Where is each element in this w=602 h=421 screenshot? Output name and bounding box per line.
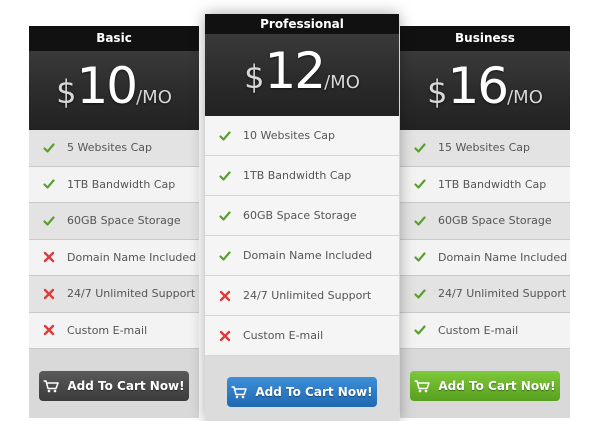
feature-list: 10 Websites Cap 1TB Bandwidth Cap 60GB S…: [205, 116, 399, 356]
add-to-cart-button-professional[interactable]: Add To Cart Now!: [227, 377, 377, 407]
feature-item: Domain Name Included: [205, 236, 399, 276]
price-period: /MO: [507, 87, 543, 108]
plan-name: Professional: [205, 14, 399, 34]
price: $12/MO: [205, 42, 399, 100]
feature-list: 15 Websites Cap 1TB Bandwidth Cap 60GB S…: [400, 130, 570, 349]
feature-label: 60GB Space Storage: [438, 214, 552, 228]
check-icon: [414, 216, 426, 226]
feature-label: 24/7 Unlimited Support: [438, 287, 567, 301]
feature-item: 60GB Space Storage: [205, 196, 399, 236]
feature-label: 60GB Space Storage: [67, 214, 181, 228]
cart-icon: [231, 385, 248, 398]
feature-item: 10 Websites Cap: [205, 116, 399, 156]
add-to-cart-label: Add To Cart Now!: [255, 385, 373, 399]
add-to-cart-button-business[interactable]: Add To Cart Now!: [410, 371, 560, 401]
feature-item: 1TB Bandwidth Cap: [29, 166, 199, 203]
price-currency: $: [244, 58, 265, 96]
feature-item: 24/7 Unlimited Support: [400, 276, 570, 313]
feature-item: Domain Name Included: [400, 239, 570, 276]
feature-label: Domain Name Included: [243, 249, 373, 262]
price-amount: 10: [76, 57, 138, 115]
check-icon: [43, 179, 55, 189]
feature-label: 10 Websites Cap: [243, 129, 335, 142]
feature-label: 5 Websites Cap: [67, 141, 152, 155]
feature-label: 1TB Bandwidth Cap: [67, 177, 176, 191]
feature-item: 15 Websites Cap: [400, 130, 570, 167]
cross-icon: [43, 288, 55, 299]
plan-professional: Professional $12/MO 10 Websites Cap 1TB …: [205, 14, 399, 421]
check-icon: [219, 210, 231, 221]
feature-label: Custom E-mail: [67, 323, 148, 337]
feature-item: Custom E-mail: [29, 312, 199, 349]
feature-label: 24/7 Unlimited Support: [243, 289, 372, 302]
check-icon: [219, 170, 231, 181]
price: $10/MO: [29, 57, 199, 115]
feature-item: 60GB Space Storage: [29, 203, 199, 240]
check-icon: [43, 143, 55, 153]
feature-item: Custom E-mail: [400, 312, 570, 349]
feature-list: 5 Websites Cap 1TB Bandwidth Cap 60GB Sp…: [29, 130, 199, 349]
add-to-cart-label: Add To Cart Now!: [438, 379, 556, 393]
price-box: $10/MO: [29, 51, 199, 130]
check-icon: [43, 216, 55, 226]
feature-label: 1TB Bandwidth Cap: [438, 177, 547, 191]
feature-label: 1TB Bandwidth Cap: [243, 169, 352, 182]
price-currency: $: [56, 73, 77, 111]
feature-item: Domain Name Included: [29, 239, 199, 276]
plan-name: Business: [400, 26, 570, 51]
price-currency: $: [427, 73, 448, 111]
feature-item: 5 Websites Cap: [29, 130, 199, 167]
price: $16/MO: [400, 57, 570, 115]
feature-item: 1TB Bandwidth Cap: [400, 166, 570, 203]
feature-item: 24/7 Unlimited Support: [29, 276, 199, 313]
cart-icon: [414, 379, 431, 392]
check-icon: [414, 252, 426, 262]
cart-area: Add To Cart Now!: [400, 349, 570, 421]
plan-name: Basic: [29, 26, 199, 51]
cross-icon: [219, 290, 231, 301]
feature-label: Custom E-mail: [243, 329, 324, 342]
feature-item: 1TB Bandwidth Cap: [205, 156, 399, 196]
price-amount: 16: [447, 57, 509, 115]
price-period: /MO: [324, 72, 360, 93]
feature-label: Domain Name Included: [438, 250, 568, 264]
feature-label: Custom E-mail: [438, 323, 519, 337]
add-to-cart-label: Add To Cart Now!: [67, 379, 185, 393]
feature-label: 60GB Space Storage: [243, 209, 357, 222]
cross-icon: [43, 252, 55, 263]
cart-area: Add To Cart Now!: [205, 356, 399, 421]
feature-item: 24/7 Unlimited Support: [205, 276, 399, 316]
cross-icon: [43, 325, 55, 336]
feature-label: 15 Websites Cap: [438, 141, 530, 155]
cart-area: Add To Cart Now!: [29, 349, 199, 421]
feature-item: Custom E-mail: [205, 316, 399, 356]
feature-item: 60GB Space Storage: [400, 203, 570, 240]
price-box: $16/MO: [400, 51, 570, 130]
check-icon: [219, 250, 231, 261]
check-icon: [414, 143, 426, 153]
plan-business: Business $16/MO 15 Websites Cap 1TB Band…: [400, 26, 570, 418]
price-period: /MO: [136, 87, 172, 108]
check-icon: [414, 325, 426, 335]
price-box: $12/MO: [205, 34, 399, 116]
add-to-cart-button-basic[interactable]: Add To Cart Now!: [39, 371, 189, 401]
cross-icon: [219, 330, 231, 341]
feature-label: Domain Name Included: [67, 250, 197, 264]
check-icon: [414, 179, 426, 189]
price-amount: 12: [264, 42, 326, 100]
feature-label: 24/7 Unlimited Support: [67, 287, 196, 301]
check-icon: [219, 130, 231, 141]
plan-basic: Basic $10/MO 5 Websites Cap 1TB Bandwidt…: [29, 26, 199, 418]
check-icon: [414, 289, 426, 299]
cart-icon: [43, 379, 60, 392]
